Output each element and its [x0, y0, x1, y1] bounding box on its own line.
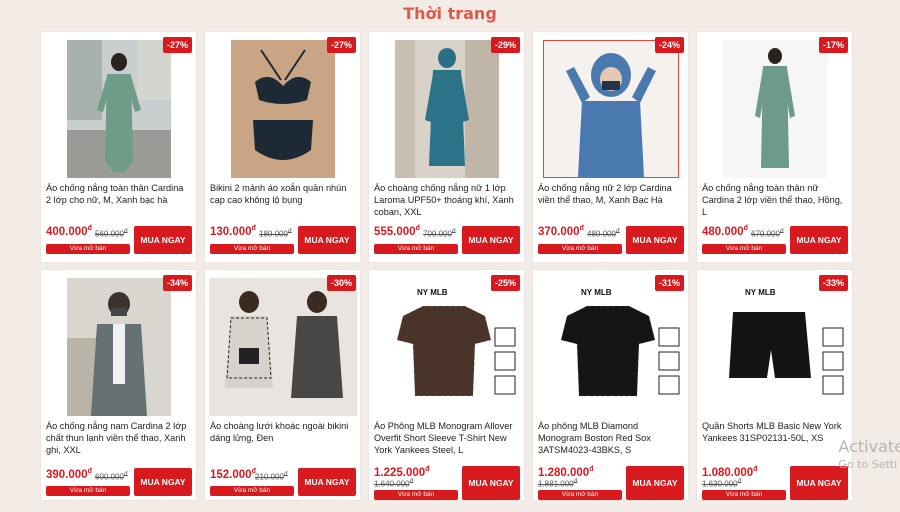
price: 390.000đ	[46, 468, 92, 481]
price: 152.000đ	[210, 468, 256, 481]
product-name[interactable]: Áo choàng chống nắng nữ 1 lớp Laroma UPF…	[374, 182, 519, 218]
sold-status: Vừa mở bán	[374, 490, 458, 500]
old-price: 1.630.000đ	[702, 478, 742, 489]
discount-badge: -29%	[490, 37, 520, 53]
old-price: 1.881.000đ	[538, 478, 578, 489]
section-title: Thời trang	[403, 4, 497, 23]
price: 1.280.000đ	[538, 466, 594, 479]
sold-status: Vừa mở bán	[374, 244, 458, 254]
buy-now-button[interactable]: MUA NGAY	[298, 226, 356, 254]
buy-now-button[interactable]: MUA NGAY	[462, 466, 520, 500]
buy-now-button[interactable]: MUA NGAY	[134, 468, 192, 496]
sold-status: Vừa mở bán	[210, 244, 294, 254]
discount-badge: -34%	[162, 275, 192, 291]
watermark-line2: Go to Setti	[838, 458, 898, 471]
price: 1.225.000đ	[374, 466, 430, 479]
discount-badge: -31%	[654, 275, 684, 291]
product-card[interactable]: NY MLB -31% Áo phông MLB Diamond Monogra…	[532, 269, 689, 501]
sold-status: Vừa mở bán	[702, 490, 786, 500]
product-name[interactable]: Áo chống nắng toàn thân Cardina 2 lớp ch…	[46, 182, 191, 206]
sold-status: Vừa mở bán	[210, 486, 294, 496]
price: 555.000đ	[374, 225, 420, 238]
sold-status: Vừa mở bán	[538, 490, 622, 500]
product-card[interactable]: -17% Áo chống nắng toàn thân nữ Cardina …	[696, 31, 853, 263]
discount-badge: -27%	[326, 37, 356, 53]
product-card[interactable]: NY MLB -25% Áo Phông MLB Monogram Allove…	[368, 269, 525, 501]
buy-now-button[interactable]: MUA NGAY	[626, 466, 684, 500]
product-image[interactable]: NY MLB	[537, 278, 685, 418]
watermark-line1: Activate	[838, 437, 900, 456]
old-price: 560.000đ	[95, 228, 128, 239]
product-image[interactable]: NY MLB	[373, 278, 521, 418]
product-image[interactable]	[67, 40, 171, 178]
sold-status: Vừa mở bán	[702, 244, 786, 254]
sold-status: Vừa mở bán	[46, 486, 130, 496]
price: 480.000đ	[702, 225, 748, 238]
buy-now-button[interactable]: MUA NGAY	[298, 468, 356, 496]
product-card[interactable]: -29% Áo choàng chống nắng nữ 1 lớp Larom…	[368, 31, 525, 263]
activation-watermark: Activate Go to Setti	[838, 437, 900, 471]
mlb-logo: NY MLB	[417, 288, 448, 297]
discount-badge: -30%	[326, 275, 356, 291]
product-image[interactable]: NY MLB	[701, 278, 849, 418]
product-name[interactable]: Áo chống nắng toàn thân nữ Cardina 2 lớp…	[702, 182, 847, 218]
old-price: 180.000đ	[259, 228, 292, 239]
price: 130.000đ	[210, 225, 256, 238]
discount-badge: -27%	[162, 37, 192, 53]
price: 370.000đ	[538, 225, 584, 238]
product-image[interactable]	[209, 278, 357, 416]
product-grid: -27% Áo chống nắng toàn thân Cardina 2 l…	[40, 31, 853, 501]
product-image[interactable]	[395, 40, 499, 178]
product-card[interactable]: -27% Áo chống nắng toàn thân Cardina 2 l…	[40, 31, 197, 263]
mlb-logo: NY MLB	[581, 288, 612, 297]
old-price: 600.000đ	[95, 471, 128, 482]
product-name[interactable]: Áo choàng lưới khoác ngoài bikini dáng l…	[210, 420, 355, 444]
buy-now-button[interactable]: MUA NGAY	[134, 226, 192, 254]
product-name[interactable]: Quần Shorts MLB Basic New York Yankees 3…	[702, 420, 847, 444]
old-price: 700.000đ	[423, 228, 456, 239]
buy-now-button[interactable]: MUA NGAY	[790, 466, 848, 500]
price: 400.000đ	[46, 225, 92, 238]
discount-badge: -24%	[654, 37, 684, 53]
product-image[interactable]	[543, 40, 679, 178]
sold-status: Vừa mở bán	[46, 244, 130, 254]
old-price: 1.640.000đ	[374, 478, 414, 489]
product-card[interactable]: -30% Áo choàng lưới khoác ngoài bikini d…	[204, 269, 361, 501]
price: 1.080.000đ	[702, 466, 758, 479]
buy-now-button[interactable]: MUA NGAY	[462, 226, 520, 254]
product-image[interactable]	[67, 278, 171, 416]
product-name[interactable]: Áo phông MLB Diamond Monogram Boston Red…	[538, 420, 683, 456]
product-name[interactable]: Áo chống nắng nam Cardina 2 lớp chất thu…	[46, 420, 191, 456]
product-image[interactable]	[723, 40, 827, 178]
product-image[interactable]	[231, 40, 335, 178]
buy-now-button[interactable]: MUA NGAY	[790, 226, 848, 254]
old-price: 480.000đ	[587, 228, 620, 239]
buy-now-button[interactable]: MUA NGAY	[626, 226, 684, 254]
discount-badge: -33%	[818, 275, 848, 291]
mlb-logo: NY MLB	[745, 288, 776, 297]
discount-badge: -25%	[490, 275, 520, 291]
sold-status: Vừa mở bán	[538, 244, 622, 254]
product-name[interactable]: Áo chống nắng nữ 2 lớp Cardina viền thể …	[538, 182, 683, 206]
product-card[interactable]: -34% Áo chống nắng nam Cardina 2 lớp chấ…	[40, 269, 197, 501]
product-name[interactable]: Áo Phông MLB Monogram Allover Overfit Sh…	[374, 420, 519, 456]
product-name[interactable]: Bikini 2 mảnh áo xoắn quần nhún cạp cao …	[210, 182, 355, 206]
old-price: 210.000đ	[255, 471, 288, 482]
old-price: 670.000đ	[751, 228, 784, 239]
product-card[interactable]: NY MLB -33% Quần Shorts MLB Basic New Yo…	[696, 269, 853, 501]
product-card[interactable]: -24% Áo chống nắng nữ 2 lớp Cardina viền…	[532, 31, 689, 263]
product-card[interactable]: -27% Bikini 2 mảnh áo xoắn quần nhún cạp…	[204, 31, 361, 263]
discount-badge: -17%	[818, 37, 848, 53]
